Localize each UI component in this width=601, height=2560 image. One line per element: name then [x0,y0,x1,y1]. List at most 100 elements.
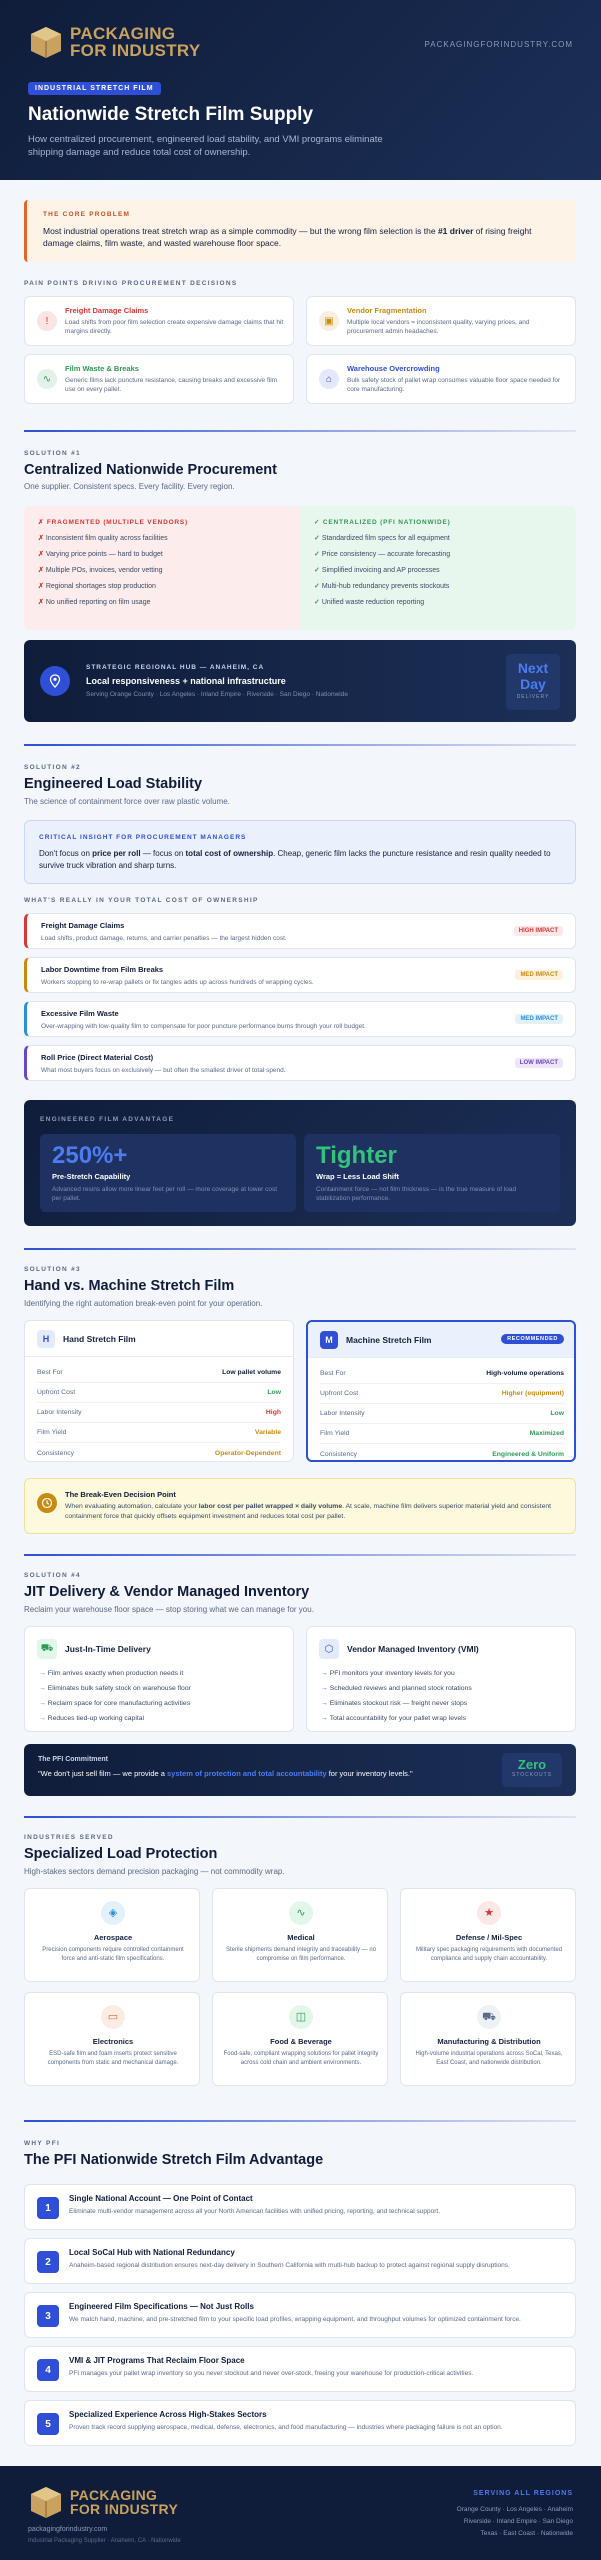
footer-site-link[interactable]: packagingforindustry.com [28,2526,107,2533]
industry-desc: Precision components require controlled … [42,1947,184,1962]
hand-film-card: H Hand Stretch Film Best For Low pallet v… [24,1320,294,1462]
alert-icon: ! [37,311,57,331]
pulse-icon: ∿ [37,369,57,389]
footer-logo[interactable]: PACKAGING FOR INDUSTRY [28,2484,178,2520]
advantage-item: 4 VMI & JIT Programs That Reclaim Floor S… [24,2346,576,2392]
fragmented-item: ✗ No unified reporting on film usage [38,599,151,606]
commitment-label: The PFI Commitment [38,1756,109,1763]
section-divider [24,430,576,432]
advantage-number: 4 [37,2359,59,2381]
next-day-badge: Next Day DELIVERY [506,654,560,710]
industry-card: ⛟ Manufacturing & Distribution High-volume… [400,1992,576,2086]
advantage-title: Single National Account — One Point of C… [69,2194,253,2203]
logo-line2: FOR INDUSTRY [70,41,201,60]
industry-desc: Sterile shipments demand integrity and t… [225,1947,377,1962]
zero-label: STOCKOUTS [511,1772,553,1778]
why-label: WHY PFI [24,2140,61,2147]
badge-line2: Day [520,676,546,692]
fragmented-item: ✗ Regional shortages stop production [38,583,156,590]
solution3-label: SOLUTION #3 [24,1266,81,1273]
tco-item-desc: Over-wrapping with low-quality film to c… [41,1023,366,1030]
advantage-desc: Eliminate multi-vendor management across… [69,2208,441,2215]
comparison-value: Low pallet volume [222,1369,281,1376]
comparison-row: Best For Low pallet volume [37,1363,281,1383]
comparison-value: High [265,1409,281,1416]
solution2-label: SOLUTION #2 [24,764,81,771]
comparison-row: Labor Intensity Low [320,1404,564,1424]
tighter-desc: Containment force — not film thickness —… [316,1186,517,1202]
hand-title: Hand Stretch Film [63,1334,136,1344]
box-icon: ▣ [319,311,339,331]
footer-logo-line1: PACKAGING [70,2487,158,2503]
site-link[interactable]: PACKAGINGFORINDUSTRY.COM [425,40,573,49]
centralized-item: ✓ Simplified invoicing and AP processes [314,567,440,574]
why-title: The PFI Nationwide Stretch Film Advantag… [24,2152,324,2168]
machine-film-card: M Machine Stretch Film RECOMMENDED Best … [306,1320,576,1462]
industry-title: Manufacturing & Distribution [437,2037,541,2046]
jit-card: ⛟ Just-In-Time Delivery → Film arrives e… [24,1626,294,1732]
core-problem-text: Most industrial operations treat stretch… [43,226,532,248]
jit-item: → Reclaim space for core manufacturing a… [39,1700,191,1707]
insight-text: Don't focus on price per roll — focus on… [39,849,551,870]
vmi-item: → Total accountability for your pallet w… [321,1715,467,1722]
location-pin-icon [40,666,70,696]
vmi-item: → PFI monitors your inventory levels for… [321,1670,455,1677]
comparison-row: Consistency Engineered & Uniform [320,1444,564,1464]
industry-desc: High-volume industrial operations across… [415,2051,563,2066]
layers-icon: ◈ [101,1901,125,1925]
industry-desc: ESD-safe film and foam inserts protect s… [47,2051,179,2066]
pain-point-title: Freight Damage Claims [65,306,149,315]
industry-desc: Food-safe, compliant wrapping solutions … [223,2051,379,2066]
solution3-subtitle: Identifying the right automation break-e… [24,1299,263,1308]
centralized-item: ✓ Price consistency — accurate forecasti… [314,551,451,558]
fragmented-panel: ✗ FRAGMENTED (MULTIPLE VENDORS) ✗ Incons… [24,506,300,630]
industry-card: ∿ Medical Sterile shipments demand integri… [212,1888,388,1982]
prestretch-stat-card: 250%+ Pre-Stretch Capability Advanced re… [40,1134,296,1212]
zero-stockouts-badge: Zero STOCKOUTS [502,1753,562,1787]
comparison-row: Upfront Cost Higher (equipment) [320,1384,564,1404]
comparison-label: Film Yield [37,1429,67,1436]
break-even-callout: The Break-Even Decision Point When evalu… [24,1478,576,1534]
comparison-row: Labor Intensity High [37,1403,281,1423]
tighter-stat-card: Tighter Wrap = Less Load Shift Containme… [304,1134,560,1212]
machine-icon: M [320,1331,338,1349]
monitor-icon: ▭ [101,2005,125,2029]
centralized-title: ✓ CENTRALIZED (PFI NATIONWIDE) [314,519,451,526]
comparison-value: Operator-Dependent [214,1449,281,1457]
machine-rows: Best For High-volume operations Upfront Co… [320,1364,564,1464]
impact-badge: MED IMPACT [515,1014,563,1024]
warehouse-icon: ⌂ [319,369,339,389]
vmi-item: → Scheduled reviews and planned stock ro… [321,1685,472,1692]
centralized-list: ✓ Standardized film specs for all equipm… [314,534,450,614]
tighter-title: Wrap = Less Load Shift [316,1172,400,1181]
tco-item-title: Roll Price (Direct Material Cost) [41,1053,154,1062]
solution1-subtitle: One supplier. Consistent specs. Every fa… [24,482,235,491]
section-divider [24,744,576,746]
pain-point-card: ! Freight Damage Claims Load shifts from p… [24,296,294,346]
centralized-panel: ✓ CENTRALIZED (PFI NATIONWIDE) ✓ Standar… [300,506,576,630]
pain-point-card: ∿ Film Waste & Breaks Generic films lack p… [24,354,294,404]
centralized-item: ✓ Unified waste reduction reporting [314,599,425,606]
regional-hub-banner: STRATEGIC REGIONAL HUB — ANAHEIM, CA Loc… [24,640,576,722]
comparison-label: Upfront Cost [320,1390,359,1397]
clock-icon [37,1493,57,1513]
comparison-value: Engineered & Uniform [492,1450,564,1458]
footer-logo-line2: FOR INDUSTRY [70,2501,179,2517]
pain-point-title: Vendor Fragmentation [347,306,427,315]
critical-insight-callout: CRITICAL INSIGHT FOR PROCUREMENT MANAGER… [24,820,576,884]
comparison-label: Best For [37,1369,63,1376]
industry-title: Medical [287,1933,315,1942]
industry-title: Electronics [92,2037,134,2046]
comparison-row: Best For High-volume operations [320,1364,564,1384]
comparison-label: Consistency [320,1450,358,1458]
industry-title: Defense / Mil-Spec [455,1933,523,1942]
box-logo-icon [31,2487,61,2518]
logo[interactable]: PACKAGING FOR INDUSTRY [28,24,200,60]
solution2-subtitle: The science of containment force over ra… [24,797,230,806]
advantage-desc: We match hand, machine, and pre-stretche… [69,2316,521,2323]
tco-item-title: Excessive Film Waste [41,1009,119,1018]
comparison-label: Upfront Cost [37,1389,76,1396]
page-subtitle: How centralized procurement, engineered … [28,134,383,158]
recommended-badge: RECOMMENDED [501,1334,564,1344]
advantage-desc: Anaheim-based regional distribution ensu… [69,2262,510,2269]
